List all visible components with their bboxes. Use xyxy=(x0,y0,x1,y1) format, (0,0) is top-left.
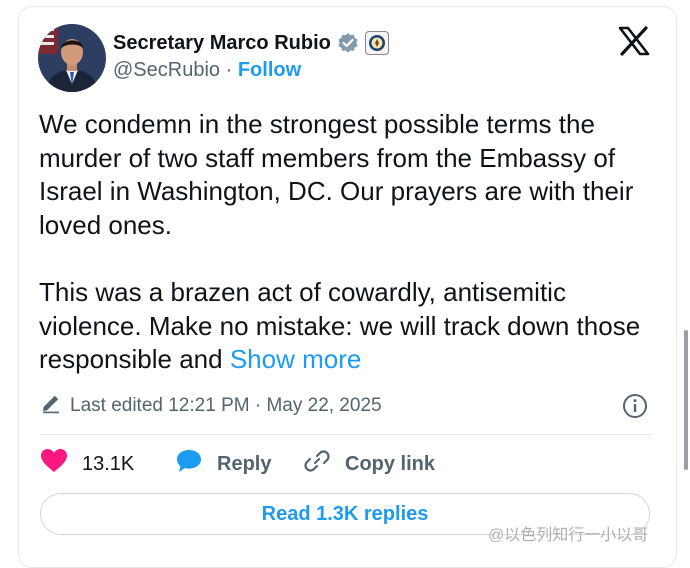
post-paragraph: We condemn in the strongest possible ter… xyxy=(39,109,634,240)
scrollbar[interactable] xyxy=(684,330,688,470)
edited-label: Last edited 12:21 PM · May 22, 2025 xyxy=(70,395,382,416)
watermark: @以色列知行一小以哥 xyxy=(488,527,649,544)
verified-badge-icon xyxy=(337,32,359,54)
post-paragraph: This was a brazen act of cowardly, antis… xyxy=(39,276,659,377)
edited-timestamp[interactable]: Last edited 12:21 PM · May 22, 2025 xyxy=(40,392,382,420)
like-count: 13.1K xyxy=(82,452,135,475)
government-seal-icon xyxy=(364,31,389,55)
copy-link-button[interactable]: Copy link xyxy=(303,447,435,481)
post-text: We condemn in the strongest possible ter… xyxy=(39,108,659,377)
reply-bubble-icon xyxy=(175,448,203,480)
divider xyxy=(40,434,652,435)
show-more-link[interactable]: Show more xyxy=(230,344,362,374)
author-display-name[interactable]: Secretary Marco Rubio xyxy=(113,32,331,55)
author-handle[interactable]: @SecRubio xyxy=(113,59,220,81)
follow-button[interactable]: Follow xyxy=(238,59,301,81)
x-logo-icon[interactable] xyxy=(618,26,650,56)
reply-label: Reply xyxy=(217,452,272,475)
author-name-row[interactable]: Secretary Marco Rubio xyxy=(113,31,389,55)
reply-button[interactable]: Reply xyxy=(175,448,303,480)
like-button[interactable]: 13.1K xyxy=(40,448,175,480)
action-bar: 13.1K Reply Copy link xyxy=(40,448,435,480)
handle-row: @SecRubio · Follow xyxy=(113,59,301,82)
heart-icon xyxy=(40,448,68,480)
copy-link-label: Copy link xyxy=(345,452,436,475)
avatar[interactable] xyxy=(38,24,106,92)
link-icon xyxy=(303,447,331,481)
edit-pencil-icon xyxy=(40,392,62,420)
info-icon[interactable] xyxy=(622,393,648,419)
separator-dot: · xyxy=(225,59,233,81)
